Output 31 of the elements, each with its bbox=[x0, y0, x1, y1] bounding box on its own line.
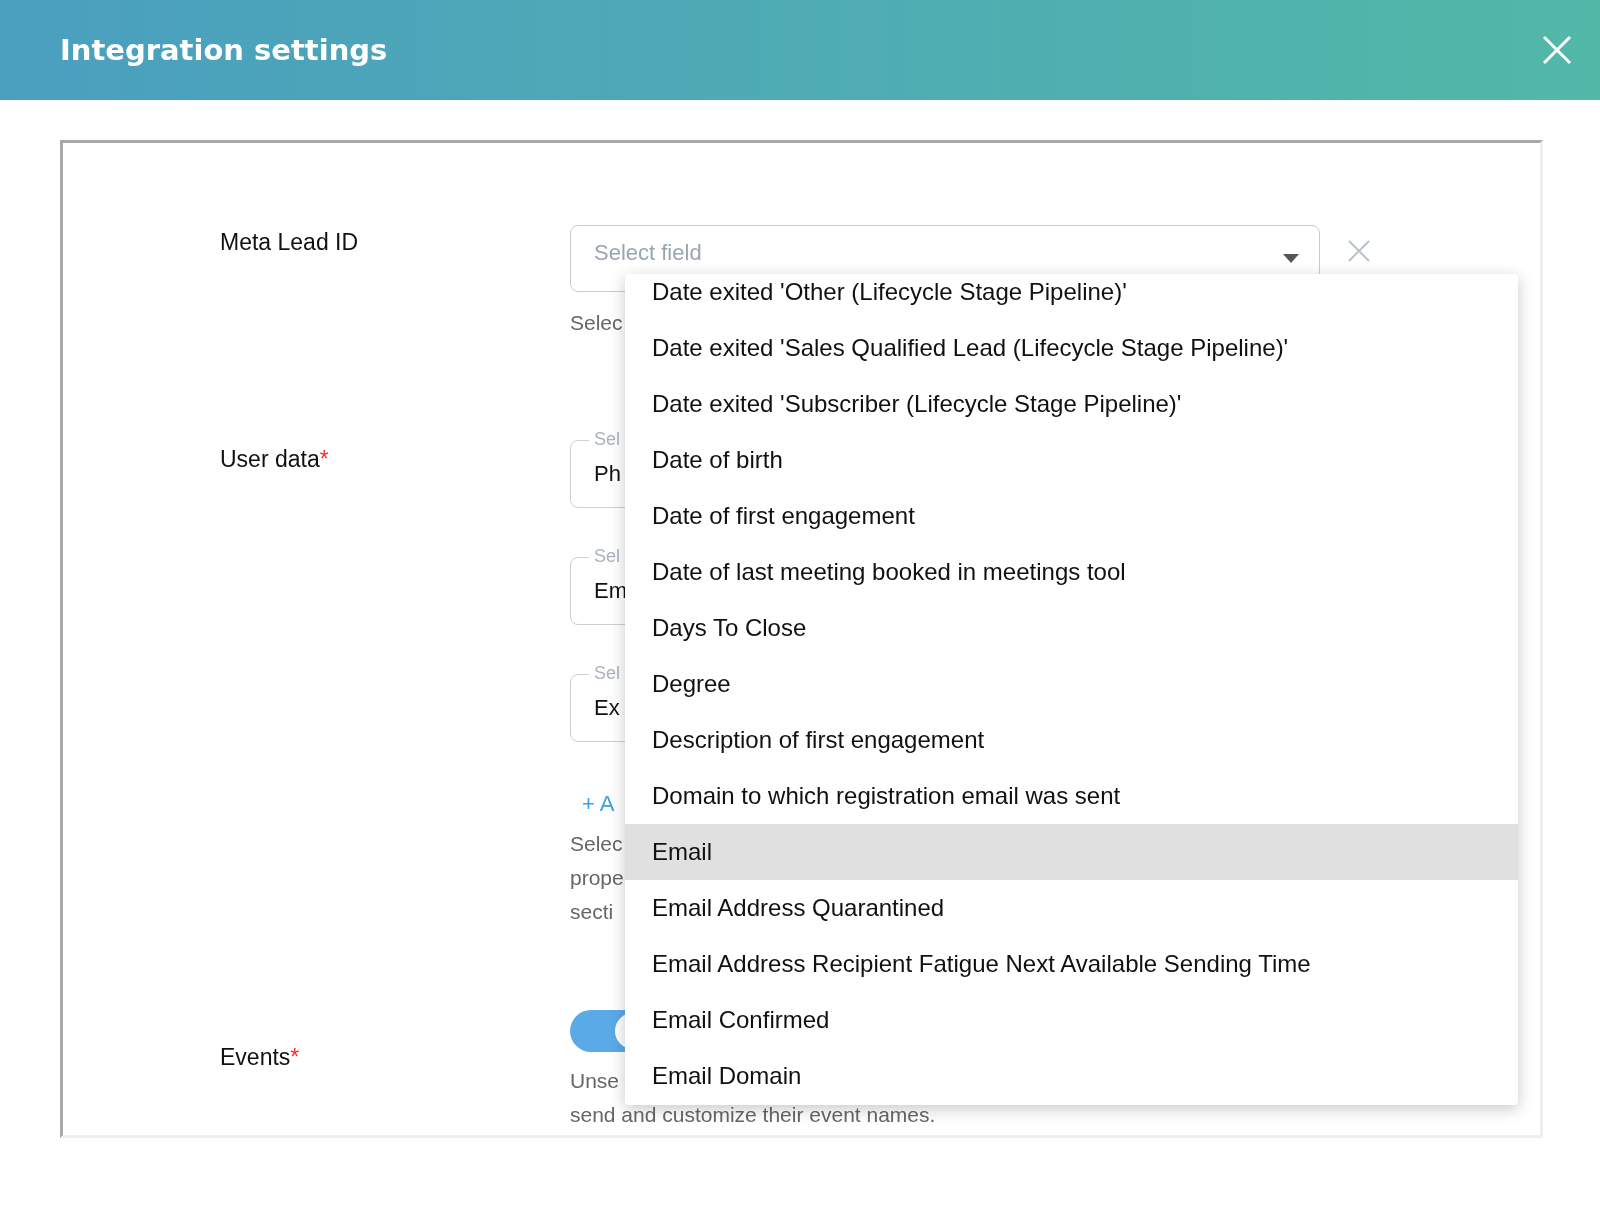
dropdown-option[interactable]: Date of first engagement bbox=[625, 488, 1518, 544]
help-text: send and customize their event names. bbox=[570, 1102, 936, 1128]
required-mark: * bbox=[319, 446, 329, 472]
field-label: User data bbox=[220, 446, 320, 472]
caret-icon bbox=[1283, 254, 1299, 263]
dropdown-option[interactable]: Date of birth bbox=[625, 432, 1518, 488]
required-mark: * bbox=[290, 1044, 300, 1070]
dropdown-option[interactable]: Degree bbox=[625, 656, 1518, 712]
dropdown-option[interactable]: Days To Close bbox=[625, 600, 1518, 656]
dropdown-option[interactable]: Date exited 'Subscriber (Lifecycle Stage Pipeline)' bbox=[625, 376, 1518, 432]
dropdown-option[interactable]: Email Domain bbox=[625, 1048, 1518, 1104]
dropdown-option[interactable]: Email Confirmed bbox=[625, 992, 1518, 1048]
dropdown-option[interactable]: Date of last meeting booked in meetings tool bbox=[625, 544, 1518, 600]
help-text: prope bbox=[570, 865, 624, 891]
field-label: Events bbox=[220, 1044, 291, 1070]
help-text: Selec bbox=[570, 310, 623, 336]
close-icon[interactable] bbox=[1348, 240, 1370, 262]
field-label: Meta Lead ID bbox=[220, 229, 359, 256]
field-value: Ph bbox=[594, 461, 621, 487]
help-text: Unse bbox=[570, 1068, 620, 1094]
dropdown-option[interactable]: Date exited 'Sales Qualified Lead (Lifecycle Stage Pipeline)' bbox=[625, 320, 1518, 376]
select-placeholder: Select field bbox=[594, 240, 702, 266]
help-text: Selec bbox=[570, 831, 623, 857]
dropdown-option[interactable]: Domain to which registration email was sent bbox=[625, 768, 1518, 824]
dropdown-option[interactable]: Email Address Recipient Fatigue Next Available Sending Time bbox=[625, 936, 1518, 992]
dialog-title: Integration settings bbox=[60, 33, 388, 67]
dropdown-option[interactable]: Description of first engagement bbox=[625, 712, 1518, 768]
dropdown-option[interactable]: Email Address Quarantined bbox=[625, 880, 1518, 936]
help-text: secti bbox=[570, 899, 614, 925]
dropdown-option[interactable]: Email bbox=[625, 824, 1518, 880]
field-value: Ex bbox=[594, 695, 620, 721]
